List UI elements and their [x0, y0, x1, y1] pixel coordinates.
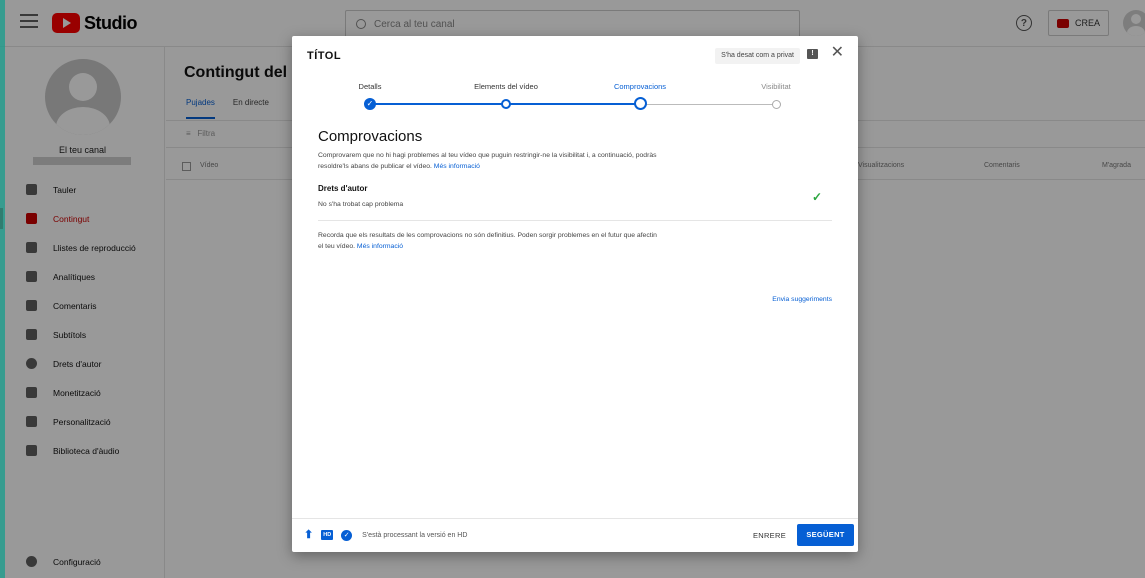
- close-icon[interactable]: ✕: [831, 45, 844, 61]
- copyright-status: No s'ha trobat cap problema: [318, 201, 404, 208]
- dialog-footer: ⬆ HD ✓ S'està processant la versió en HD…: [292, 518, 858, 552]
- checks-reminder: Recorda que els resultats de les comprov…: [318, 231, 658, 252]
- stepper-remaining-line: [640, 104, 776, 105]
- checks-panel: Comprovacions Comprovarem que no hi hagi…: [318, 128, 832, 303]
- step-visibility-dot[interactable]: [771, 99, 781, 109]
- step-label-visibility[interactable]: Visibilitat: [716, 82, 836, 91]
- back-button[interactable]: ENRERE: [749, 528, 790, 543]
- upload-icon[interactable]: ⬆: [304, 529, 313, 541]
- checks-complete-icon[interactable]: ✓: [341, 529, 353, 541]
- step-label-details[interactable]: Detalls: [310, 82, 430, 91]
- next-button[interactable]: SEGÜENT: [797, 524, 854, 546]
- send-feedback-link[interactable]: Envia suggeriments: [772, 296, 832, 303]
- step-video-elements-dot[interactable]: [501, 99, 511, 109]
- more-info-link[interactable]: Més informació: [434, 163, 480, 170]
- feedback-icon[interactable]: !: [807, 49, 818, 59]
- saved-status-badge: S'ha desat com a privat: [715, 48, 800, 64]
- copyright-title: Drets d'autor: [318, 184, 368, 193]
- checks-intro: Comprovarem que no hi hagi problemes al …: [318, 151, 658, 172]
- upload-stepper: Detalls Elements del vídeo Comprovacions…: [292, 82, 858, 122]
- edge-strip: [0, 0, 5, 578]
- dialog-title: TÍTOL: [307, 50, 342, 62]
- step-checks-dot[interactable]: [633, 97, 647, 110]
- processing-status: S'està processant la versió en HD: [362, 531, 468, 539]
- checks-intro-text: Comprovarem que no hi hagi problemes al …: [318, 152, 657, 170]
- footer-status: ⬆ HD ✓ S'està processant la versió en HD: [304, 529, 467, 541]
- more-info-link-2[interactable]: Més informació: [357, 243, 403, 250]
- hd-icon[interactable]: HD: [321, 530, 334, 540]
- check-icon: ✓: [811, 190, 822, 204]
- step-label-checks[interactable]: Comprovacions: [580, 82, 700, 91]
- step-label-video-elements[interactable]: Elements del vídeo: [446, 82, 566, 91]
- step-details-check-icon[interactable]: ✓: [364, 98, 376, 110]
- upload-dialog: TÍTOL S'ha desat com a privat ! ✕ Detall…: [292, 36, 858, 552]
- checks-heading: Comprovacions: [318, 128, 423, 145]
- section-divider: [318, 220, 832, 221]
